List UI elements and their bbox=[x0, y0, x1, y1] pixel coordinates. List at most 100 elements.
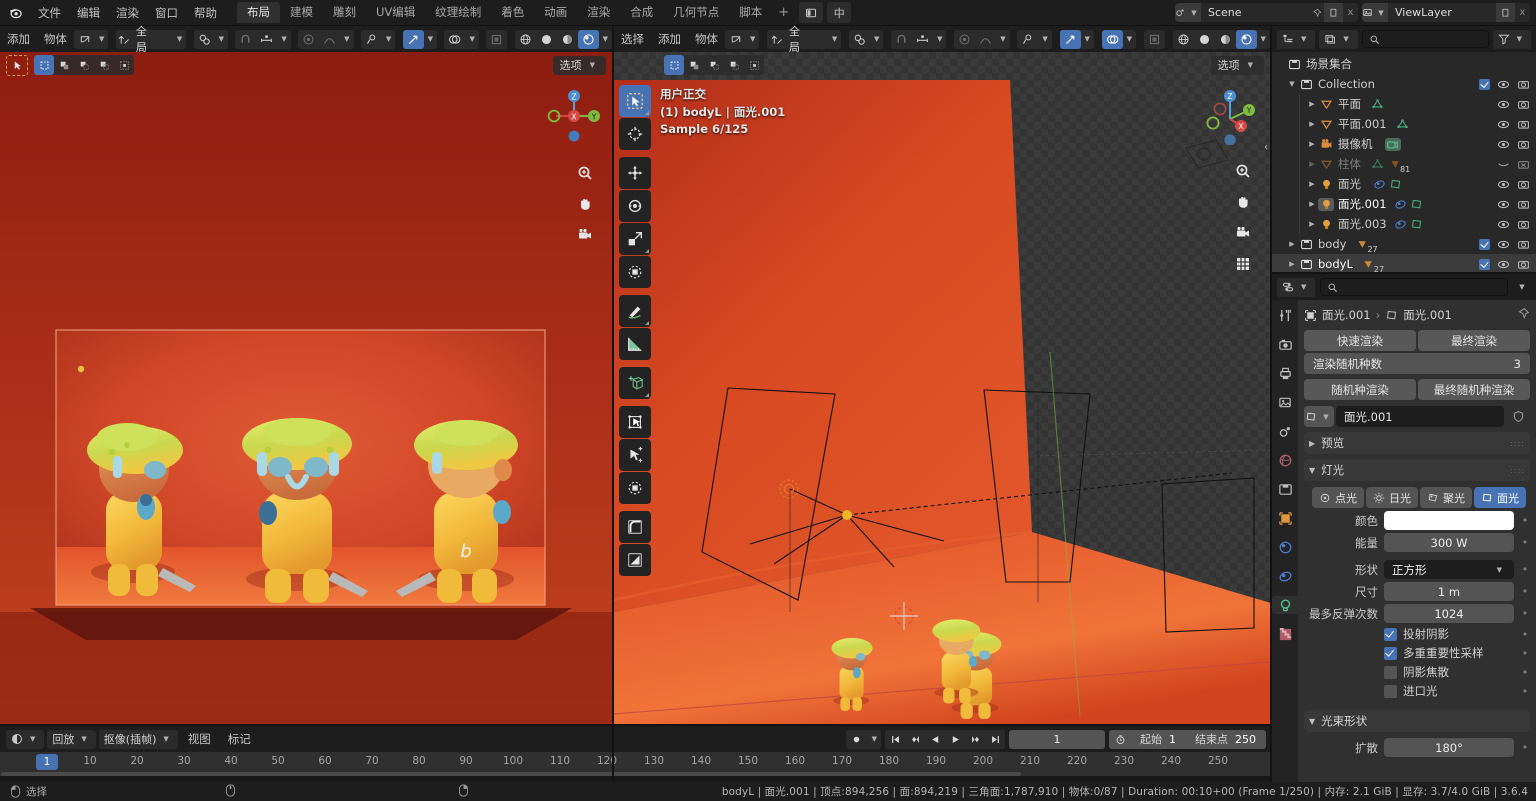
add-cube-icon[interactable] bbox=[619, 367, 651, 399]
subtract-select-icon[interactable] bbox=[74, 55, 94, 75]
menu-object-right[interactable]: 物体 bbox=[688, 31, 725, 47]
mis-checkbox[interactable] bbox=[1384, 646, 1397, 660]
invert-select-icon[interactable] bbox=[94, 55, 114, 75]
blender-logo-icon[interactable] bbox=[0, 5, 30, 20]
bend-icon[interactable] bbox=[619, 511, 651, 543]
select-mode-group-right[interactable] bbox=[664, 55, 764, 75]
panel-beam-shape[interactable]: ▼ 光束形状 bbox=[1304, 710, 1530, 732]
tab-render-icon[interactable] bbox=[1275, 335, 1295, 353]
tab-output-icon[interactable] bbox=[1275, 364, 1295, 382]
tab-texture-icon[interactable] bbox=[1275, 625, 1295, 643]
tab-scene-icon[interactable] bbox=[1275, 422, 1295, 440]
pivot-point-selector-left[interactable]: ▼ bbox=[74, 29, 109, 49]
snap-target-left[interactable]: ▼ bbox=[193, 29, 228, 49]
splitter-horizontal-properties[interactable] bbox=[1272, 272, 1536, 274]
tab-rendering[interactable]: 渲染 bbox=[577, 2, 620, 23]
solid-icon[interactable] bbox=[1194, 30, 1215, 49]
portal-row[interactable]: 进口光 • bbox=[1304, 683, 1530, 699]
wireframe-icon[interactable] bbox=[1173, 30, 1194, 49]
shadow-caustics-checkbox[interactable] bbox=[1384, 665, 1397, 679]
nav-gizmo-left[interactable]: Z Y X bbox=[544, 86, 604, 146]
viewport-right-nav-buttons[interactable] bbox=[1232, 160, 1254, 275]
render-buttons-row[interactable]: 快速渲染 最终渲染 bbox=[1304, 330, 1530, 351]
outliner-row-toggles[interactable] bbox=[1497, 178, 1530, 191]
unlink-scene-button[interactable]: x bbox=[1343, 3, 1358, 22]
to-sphere-icon[interactable] bbox=[619, 439, 651, 471]
viewport-left-nav-buttons[interactable] bbox=[574, 162, 596, 246]
timeline-scrollbar[interactable] bbox=[1, 772, 1021, 776]
pan-hand-icon[interactable] bbox=[574, 193, 596, 215]
outliner-row-area-light[interactable]: ▶ 面光 bbox=[1272, 174, 1536, 194]
quick-render-button[interactable]: 快速渲染 bbox=[1304, 330, 1416, 351]
mis-row[interactable]: 多重重要性采样 • bbox=[1304, 645, 1530, 661]
disclosure-icon[interactable]: ▶ bbox=[1306, 120, 1318, 128]
breadcrumb-object[interactable]: 面光.001 bbox=[1322, 307, 1371, 323]
light-energy-row[interactable]: 能量 300 W • bbox=[1304, 533, 1530, 552]
pivot-point-selector-right[interactable]: ▼ bbox=[725, 29, 760, 49]
zoom-icon[interactable] bbox=[574, 162, 596, 184]
breadcrumb-data[interactable]: 面光.001 bbox=[1403, 307, 1452, 323]
shading-modes-left[interactable]: ▼ bbox=[514, 29, 612, 49]
menu-window[interactable]: 窗口 bbox=[147, 2, 186, 24]
intersect-select-icon[interactable] bbox=[744, 55, 764, 75]
tab-animation[interactable]: 动画 bbox=[534, 2, 577, 23]
shading-modes-right[interactable]: ▼ bbox=[1172, 29, 1270, 49]
outliner-row-toggles[interactable] bbox=[1479, 78, 1530, 91]
menu-help[interactable]: 帮助 bbox=[186, 2, 225, 24]
scene-selector[interactable]: ▼ Scene x bbox=[1175, 3, 1358, 22]
light-shape-row[interactable]: 形状 正方形 ▼ • bbox=[1304, 560, 1530, 579]
light-size-row[interactable]: 尺寸 1 m • bbox=[1304, 582, 1530, 601]
outliner-row-toggles[interactable] bbox=[1497, 218, 1530, 231]
playback-controls[interactable] bbox=[885, 729, 1005, 749]
outliner-row-plane[interactable]: ▶ 平面 bbox=[1272, 94, 1536, 114]
falloff-curve-icon[interactable] bbox=[319, 30, 340, 49]
outliner-row-toggles[interactable] bbox=[1479, 238, 1530, 251]
collection-checkbox[interactable] bbox=[1479, 258, 1490, 270]
animate-dot-icon[interactable]: • bbox=[1520, 685, 1530, 698]
outliner-row-toggles[interactable] bbox=[1497, 98, 1530, 111]
disclosure-icon[interactable]: ▼ bbox=[1286, 80, 1298, 88]
falloff-curve-icon[interactable] bbox=[975, 30, 996, 49]
disclosure-icon[interactable]: ▶ bbox=[1306, 160, 1318, 168]
overlays-icon[interactable] bbox=[444, 30, 465, 49]
outliner-row-toggles[interactable] bbox=[1497, 138, 1530, 151]
camera-view-icon[interactable] bbox=[574, 224, 596, 246]
properties-breadcrumb[interactable]: 面光.001 › 面光.001 bbox=[1304, 305, 1530, 325]
cast-shadow-checkbox[interactable] bbox=[1384, 627, 1397, 641]
seed-render-buttons-row[interactable]: 随机种渲染 最终随机种渲染 bbox=[1304, 379, 1530, 400]
transform-orientation-left[interactable]: 全局 ▼ bbox=[115, 25, 187, 54]
outliner-row-cylinder[interactable]: ▶ 柱体 81 bbox=[1272, 154, 1536, 174]
play-icon[interactable] bbox=[945, 730, 965, 749]
seed-final-render-button[interactable]: 最终随机种渲染 bbox=[1418, 379, 1530, 400]
proportional-group-right[interactable]: ▼ bbox=[954, 29, 1010, 49]
gizmo-icon[interactable] bbox=[1059, 29, 1081, 49]
menu-file[interactable]: 文件 bbox=[30, 2, 69, 24]
box-select-icon[interactable] bbox=[34, 55, 54, 75]
xray-toggle-right[interactable] bbox=[1143, 29, 1165, 49]
disclosure-icon[interactable]: ▶ bbox=[1306, 180, 1318, 188]
splitter-vertical-left[interactable] bbox=[612, 26, 614, 782]
outliner-row-collection[interactable]: ▼ Collection bbox=[1272, 74, 1536, 94]
camera-view-icon[interactable] bbox=[1232, 222, 1254, 244]
move-icon[interactable] bbox=[619, 157, 651, 189]
portal-checkbox[interactable] bbox=[1384, 684, 1397, 698]
overlays-toggle-left[interactable]: ▼ bbox=[444, 29, 479, 49]
unlink-viewlayer-button[interactable]: x bbox=[1515, 3, 1530, 22]
light-color-swatch[interactable] bbox=[1384, 511, 1514, 530]
zoom-icon[interactable] bbox=[1232, 160, 1254, 182]
menu-playback[interactable]: 回放 ▼ bbox=[47, 729, 96, 749]
solid-icon[interactable] bbox=[536, 30, 557, 49]
snap-target-right[interactable]: ▼ bbox=[848, 29, 884, 49]
menu-marker-timeline[interactable]: 标记 bbox=[221, 731, 258, 747]
disclosure-icon[interactable]: ▶ bbox=[1286, 240, 1298, 248]
outliner-row-scene-collection[interactable]: 场景集合 bbox=[1272, 54, 1536, 74]
rendered-icon[interactable] bbox=[577, 29, 599, 49]
invert-select-icon[interactable] bbox=[724, 55, 744, 75]
visibility-selector-left[interactable]: ▼ bbox=[360, 29, 396, 49]
menu-view-timeline[interactable]: 视图 bbox=[181, 731, 218, 747]
next-keyframe-icon[interactable] bbox=[965, 730, 985, 749]
splitter-horizontal-timeline[interactable] bbox=[0, 724, 1272, 726]
start-frame-value[interactable]: 1 bbox=[1169, 733, 1186, 746]
animate-dot-icon[interactable]: • bbox=[1520, 666, 1530, 679]
animate-dot-icon[interactable]: • bbox=[1520, 741, 1530, 754]
